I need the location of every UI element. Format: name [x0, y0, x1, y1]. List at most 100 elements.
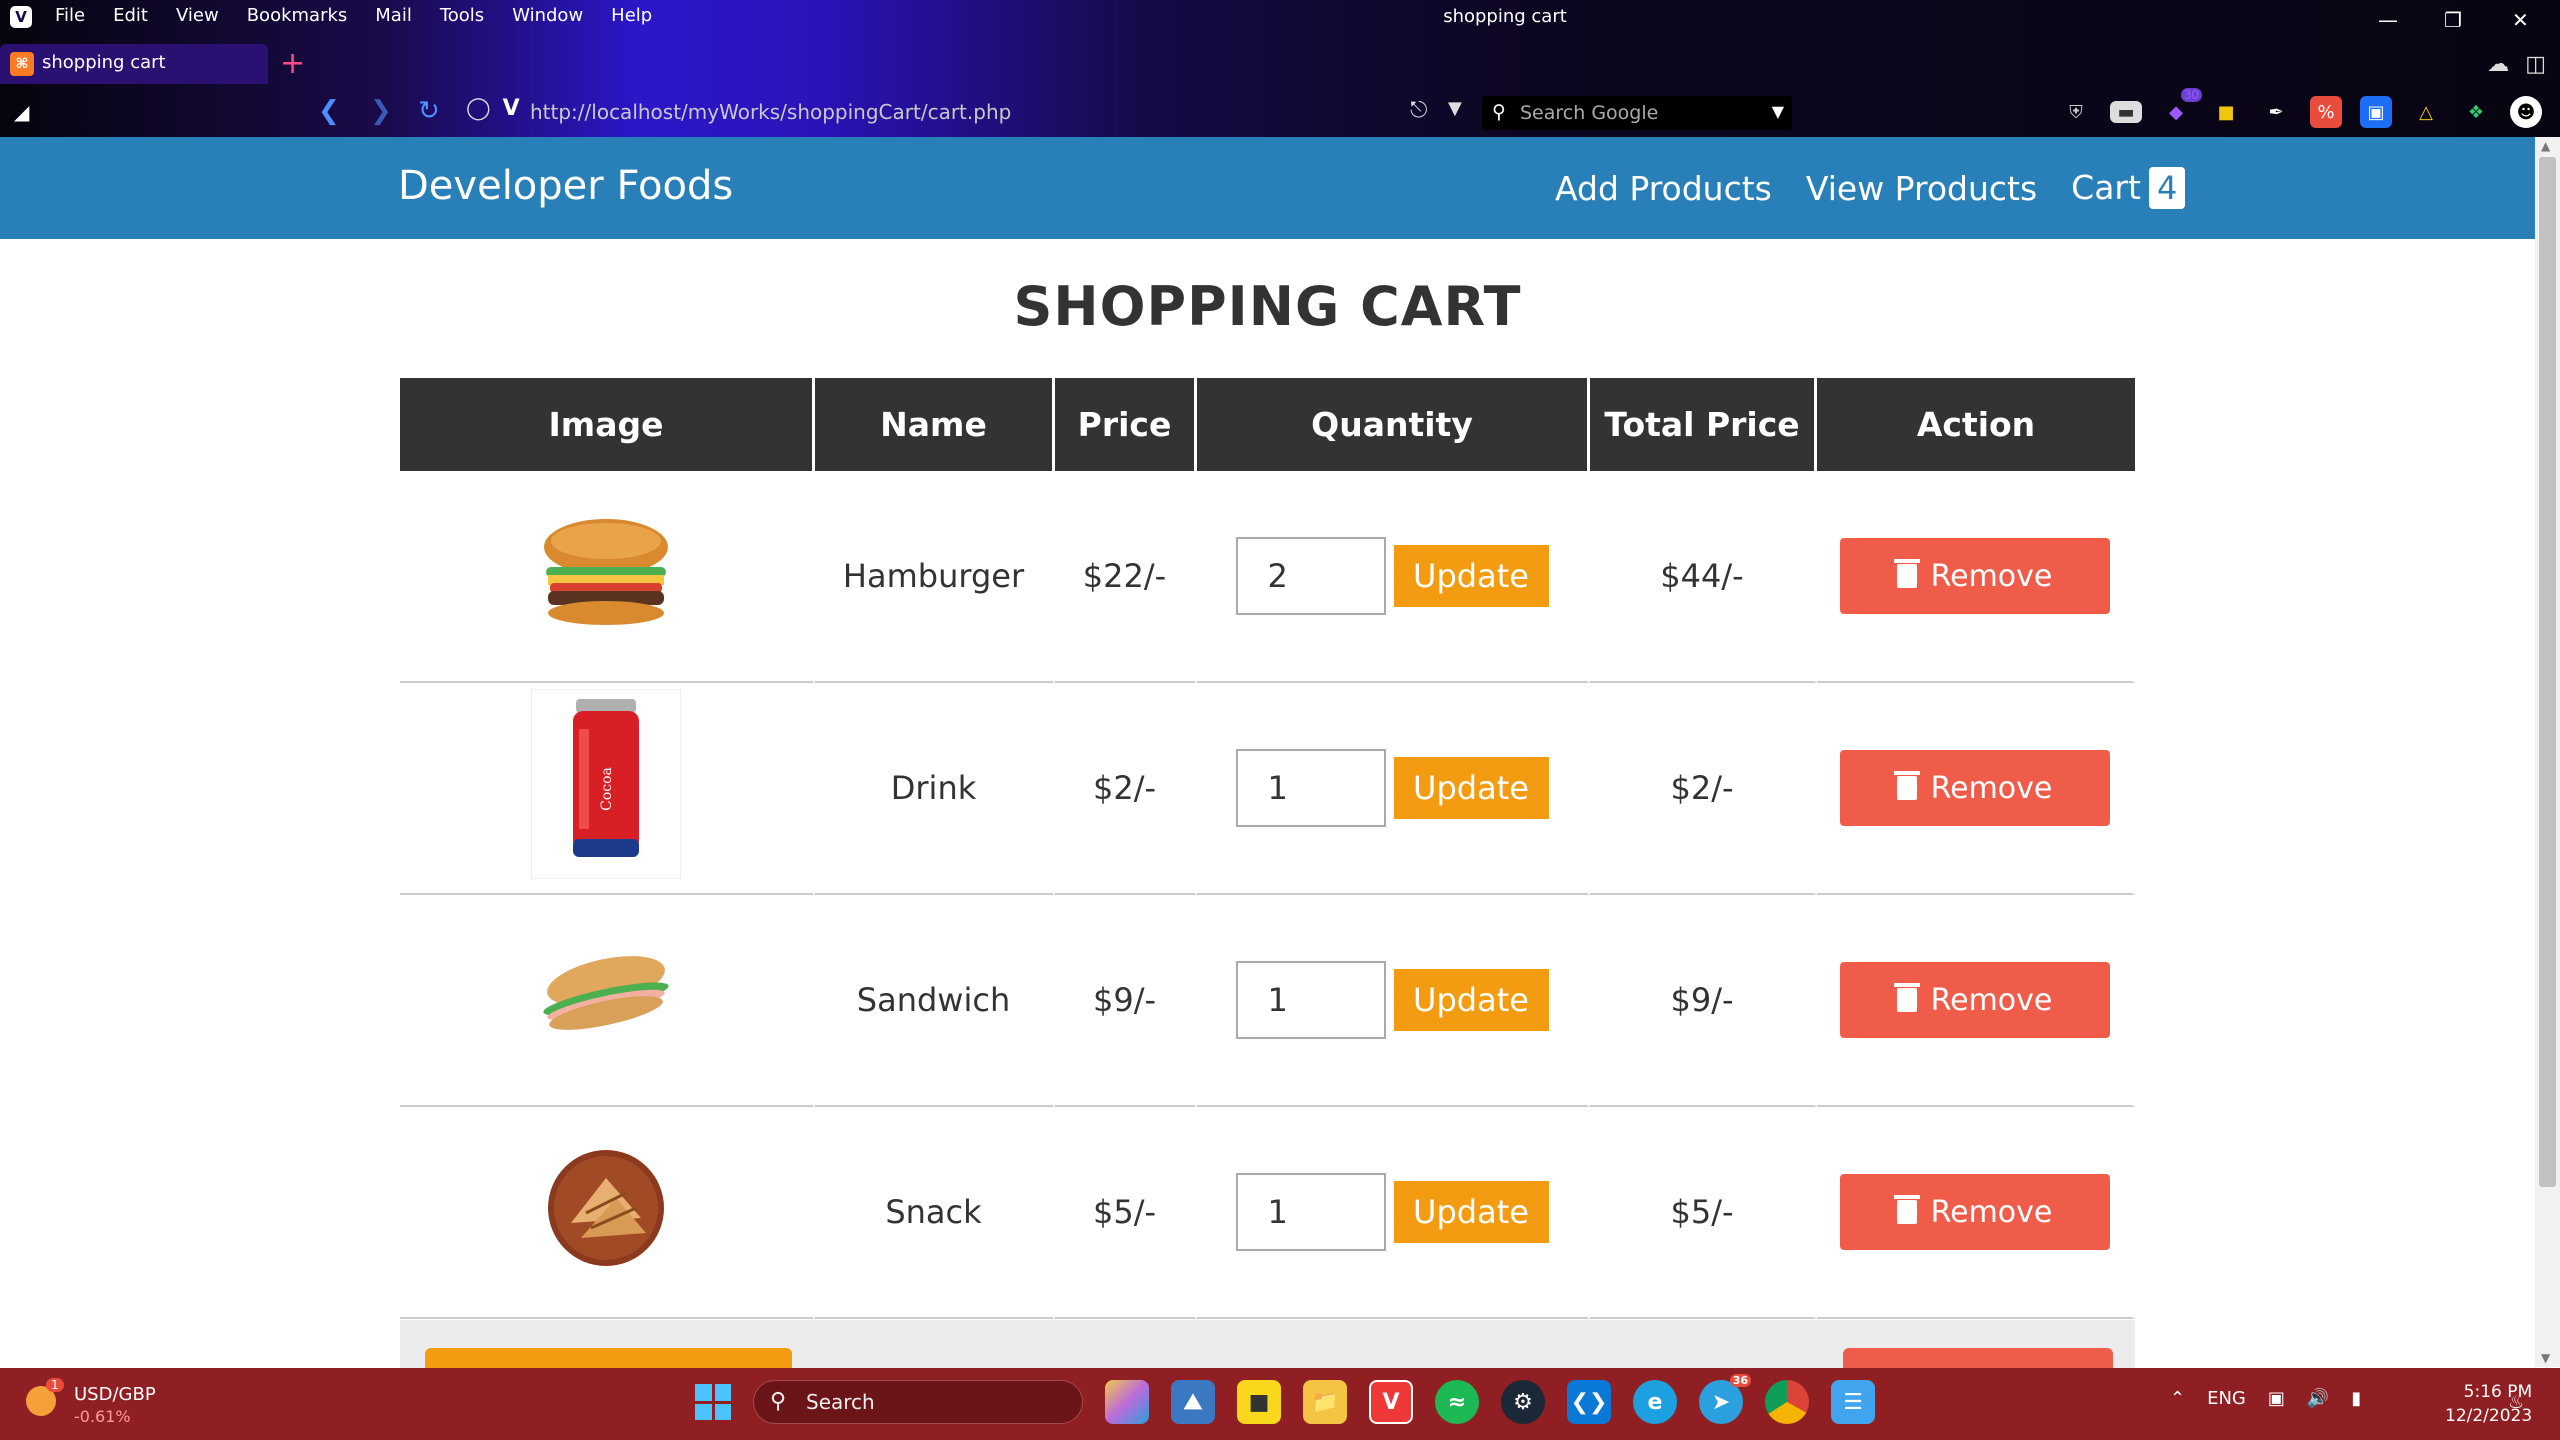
action-cell: Remove: [1817, 471, 2135, 683]
browser-chrome: V File Edit View Bookmarks Mail Tools Wi…: [0, 0, 2560, 137]
vivaldi-logo-icon[interactable]: V: [10, 6, 32, 28]
reader-icon[interactable]: ▬: [2110, 101, 2142, 123]
bookmark-icon[interactable]: ⎋: [1410, 98, 1427, 123]
menu-tools[interactable]: Tools: [440, 5, 484, 26]
scroll-down-icon[interactable]: ▼: [2541, 1351, 2550, 1365]
shield-icon[interactable]: ◯: [466, 96, 491, 121]
update-button[interactable]: Update: [1393, 969, 1549, 1031]
spotify-icon[interactable]: ≈: [1435, 1380, 1479, 1424]
extension-badge-count: 30: [2180, 88, 2202, 102]
table-row: Cocoa Drink $2/- Update $2/- Remove: [400, 683, 2135, 895]
steam-icon[interactable]: ⚙: [1501, 1380, 1545, 1424]
tab-shopping-cart[interactable]: ⌘ shopping cart: [0, 44, 268, 84]
product-image-cell: [400, 1107, 815, 1319]
trash-icon[interactable]: ◫: [2525, 52, 2546, 77]
edge-icon[interactable]: e: [1633, 1380, 1677, 1424]
trash-icon: [1893, 559, 1920, 588]
cloud-sync-icon[interactable]: ☁: [2487, 52, 2509, 77]
tray-overflow-icon[interactable]: ⌃: [2170, 1388, 2185, 1409]
menu-mail[interactable]: Mail: [375, 5, 412, 26]
folder-extension-icon[interactable]: ■: [2210, 96, 2242, 128]
tab-bar-right: ☁ ◫: [2487, 52, 2546, 77]
scrollbar-thumb[interactable]: [2539, 157, 2556, 1187]
copilot-icon[interactable]: [1105, 1380, 1149, 1424]
nav-view-products[interactable]: View Products: [1806, 169, 2037, 208]
continue-shopping-button[interactable]: [425, 1348, 792, 1368]
privacy-shield-icon[interactable]: ⛨: [2060, 96, 2092, 128]
update-button[interactable]: Update: [1393, 545, 1549, 607]
reload-icon[interactable]: ↻: [418, 96, 440, 126]
eyedropper-icon[interactable]: ✒: [2260, 96, 2292, 128]
notepad-icon[interactable]: ☰: [1831, 1380, 1875, 1424]
battery-icon[interactable]: ▮: [2351, 1388, 2361, 1409]
new-tab-icon[interactable]: +: [280, 46, 305, 81]
ticker-change: -0.61%: [74, 1407, 131, 1426]
taskbar-search[interactable]: ⚲ Search: [753, 1380, 1083, 1424]
quantity-input[interactable]: [1235, 749, 1386, 827]
extension-badge-icon[interactable]: ◆ 30: [2160, 88, 2202, 128]
quantity-cell: Update: [1197, 1107, 1590, 1319]
update-button[interactable]: Update: [1393, 757, 1549, 819]
page-scrollbar[interactable]: ▲ ▼: [2535, 137, 2560, 1367]
panel-toggle-icon[interactable]: ◢: [14, 100, 29, 124]
photos-icon[interactable]: ⛰: [1171, 1380, 1215, 1424]
address-dropdown-icon[interactable]: ▼: [1448, 98, 1462, 119]
windows-start-icon[interactable]: [695, 1384, 731, 1420]
stocks-widget[interactable]: USD/GBP -0.61%: [74, 1384, 156, 1426]
language-indicator[interactable]: ENG: [2207, 1388, 2246, 1409]
action-cell: Remove: [1817, 683, 2135, 895]
header-total-price: Total Price: [1590, 378, 1817, 471]
header-action: Action: [1817, 378, 2135, 471]
site-brand[interactable]: Developer Foods: [398, 163, 733, 209]
quantity-cell: Update: [1197, 895, 1590, 1107]
remove-button[interactable]: Remove: [1839, 750, 2110, 826]
forward-icon[interactable]: ❯: [370, 96, 392, 126]
cart-count-badge: 4: [2148, 167, 2186, 209]
close-icon[interactable]: ✕: [2512, 8, 2529, 32]
back-icon[interactable]: ❮: [318, 96, 340, 126]
network-icon[interactable]: ▣: [2268, 1388, 2285, 1409]
menu-file[interactable]: File: [55, 5, 85, 26]
search-field[interactable]: ⚲ Search Google ▼: [1482, 96, 1792, 130]
vivaldi-taskbar-icon[interactable]: V: [1369, 1380, 1413, 1424]
quantity-input[interactable]: [1235, 1173, 1386, 1251]
blue-extension-icon[interactable]: ▣: [2360, 96, 2392, 128]
telegram-icon[interactable]: ➤ 36: [1699, 1374, 1751, 1424]
minimize-icon[interactable]: —: [2378, 8, 2398, 32]
product-price: $9/-: [1055, 895, 1197, 1107]
chrome-icon[interactable]: [1765, 1380, 1809, 1424]
url-field[interactable]: http://localhost/myWorks/shoppingCart/ca…: [530, 100, 1011, 124]
percent-extension-icon[interactable]: %: [2310, 96, 2342, 128]
menu-view[interactable]: View: [176, 5, 219, 26]
remove-button[interactable]: Remove: [1839, 1174, 2110, 1250]
quantity-input[interactable]: [1235, 537, 1386, 615]
file-explorer-icon[interactable]: 📁: [1303, 1380, 1347, 1424]
restore-icon[interactable]: ❐: [2444, 8, 2462, 32]
menu-help[interactable]: Help: [611, 5, 652, 26]
puzzle-extension-icon[interactable]: ❖: [2460, 96, 2492, 128]
svg-text:Cocoa: Cocoa: [599, 767, 615, 811]
header-image: Image: [400, 378, 815, 471]
search-engine-dropdown-icon[interactable]: ▼: [1772, 102, 1784, 121]
menu-bookmarks[interactable]: Bookmarks: [247, 5, 348, 26]
vscode-icon[interactable]: ❮❯: [1567, 1380, 1611, 1424]
site-nav-links: Add Products View Products Cart 4: [1555, 167, 2186, 209]
volume-icon[interactable]: 🔊: [2307, 1388, 2329, 1409]
table-footer-row: [400, 1320, 2135, 1368]
scroll-up-icon[interactable]: ▲: [2541, 139, 2550, 153]
profile-avatar-icon[interactable]: ☻: [2510, 96, 2542, 128]
sticky-notes-icon[interactable]: ■: [1237, 1380, 1281, 1424]
clear-cart-button[interactable]: [1843, 1348, 2113, 1368]
remove-button[interactable]: Remove: [1839, 538, 2110, 614]
nav-add-products[interactable]: Add Products: [1555, 169, 1772, 208]
nav-cart[interactable]: Cart 4: [2071, 167, 2186, 209]
notification-bell-icon[interactable]: ♨: [2508, 1392, 2524, 1413]
remove-button[interactable]: Remove: [1839, 962, 2110, 1038]
quantity-input[interactable]: [1235, 961, 1386, 1039]
menu-window[interactable]: Window: [512, 5, 583, 26]
update-button[interactable]: Update: [1393, 1181, 1549, 1243]
product-total: $44/-: [1590, 471, 1817, 683]
hamburger-image: [544, 519, 668, 625]
yellow-extension-icon[interactable]: △: [2410, 96, 2442, 128]
menu-edit[interactable]: Edit: [113, 5, 148, 26]
